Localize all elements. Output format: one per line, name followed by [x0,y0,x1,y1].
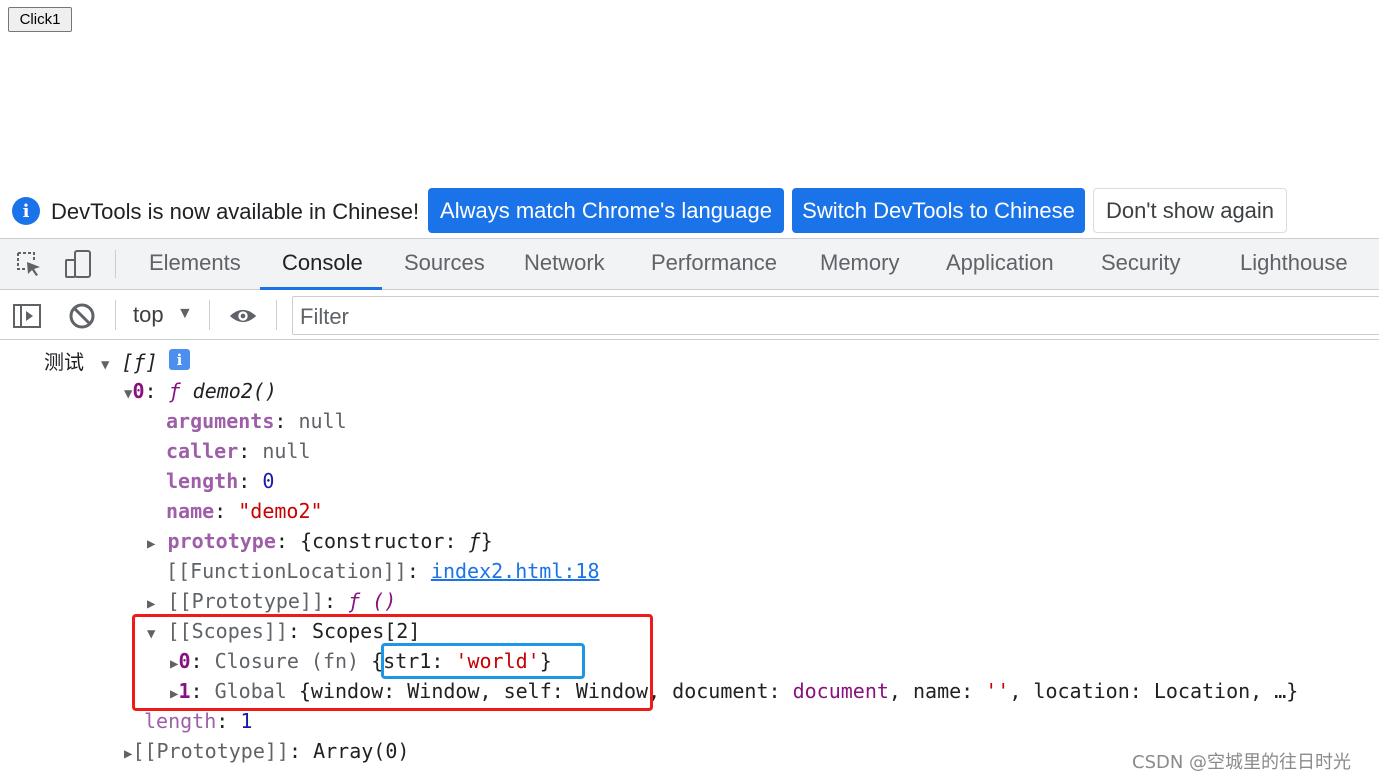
inspect-element-icon[interactable] [14,249,44,279]
toolbar-divider [115,300,116,330]
tab-lighthouse[interactable]: Lighthouse [1240,250,1348,276]
filter-placeholder: Filter [300,304,349,329]
click1-button[interactable]: Click1 [8,7,72,32]
switch-to-chinese-button[interactable]: Switch DevTools to Chinese [792,188,1085,233]
always-match-language-button[interactable]: Always match Chrome's language [428,188,784,233]
prop-length: length: 0 [166,469,275,493]
prop-caller: caller: null [166,439,311,463]
info-icon: i [12,197,40,225]
live-expression-eye-icon[interactable] [228,301,258,331]
array-item-0[interactable]: ▼0: ƒ demo2() [124,376,277,409]
toolbar-divider [209,300,210,330]
clear-console-icon[interactable] [67,301,97,331]
infobar-message: DevTools is now available in Chinese! [51,199,420,224]
dont-show-again-button[interactable]: Don't show again [1093,188,1287,233]
expand-triangle-icon[interactable]: ▶ [147,529,155,559]
expand-triangle-icon[interactable]: ▼ [101,350,109,380]
tab-network[interactable]: Network [524,250,605,276]
chevron-down-icon[interactable]: ▼ [177,305,193,323]
tab-memory[interactable]: Memory [820,250,899,276]
tab-sources[interactable]: Sources [404,250,485,276]
tab-security[interactable]: Security [1101,250,1180,276]
array-prototype[interactable]: ▶[[Prototype]]: Array(0) [124,736,409,769]
tab-elements[interactable]: Elements [149,250,241,276]
device-toolbar-icon[interactable] [63,249,93,279]
source-link[interactable]: index2.html:18 [431,559,600,583]
log-label: 测试 [44,350,84,374]
tabstrip-divider [115,250,116,278]
prop-arguments: arguments: null [166,409,347,433]
filter-input[interactable] [292,296,1379,335]
tab-performance[interactable]: Performance [651,250,777,276]
context-selector[interactable]: top [133,302,164,328]
prop-prototype[interactable]: ▶ prototype: {constructor: ƒ} [147,526,493,559]
sidebar-toggle-icon[interactable] [12,301,42,331]
toolbar-divider [276,300,277,330]
info-badge-icon[interactable]: i [169,349,190,370]
tab-console[interactable]: Console [282,250,363,276]
watermark: CSDN @空城里的往日时光 [1132,752,1352,773]
tab-application[interactable]: Application [946,250,1054,276]
closure-annotation-box [381,643,585,679]
prop-function-location: [[FunctionLocation]]: index2.html:18 [166,559,600,583]
prop-name: name: "demo2" [166,499,323,523]
